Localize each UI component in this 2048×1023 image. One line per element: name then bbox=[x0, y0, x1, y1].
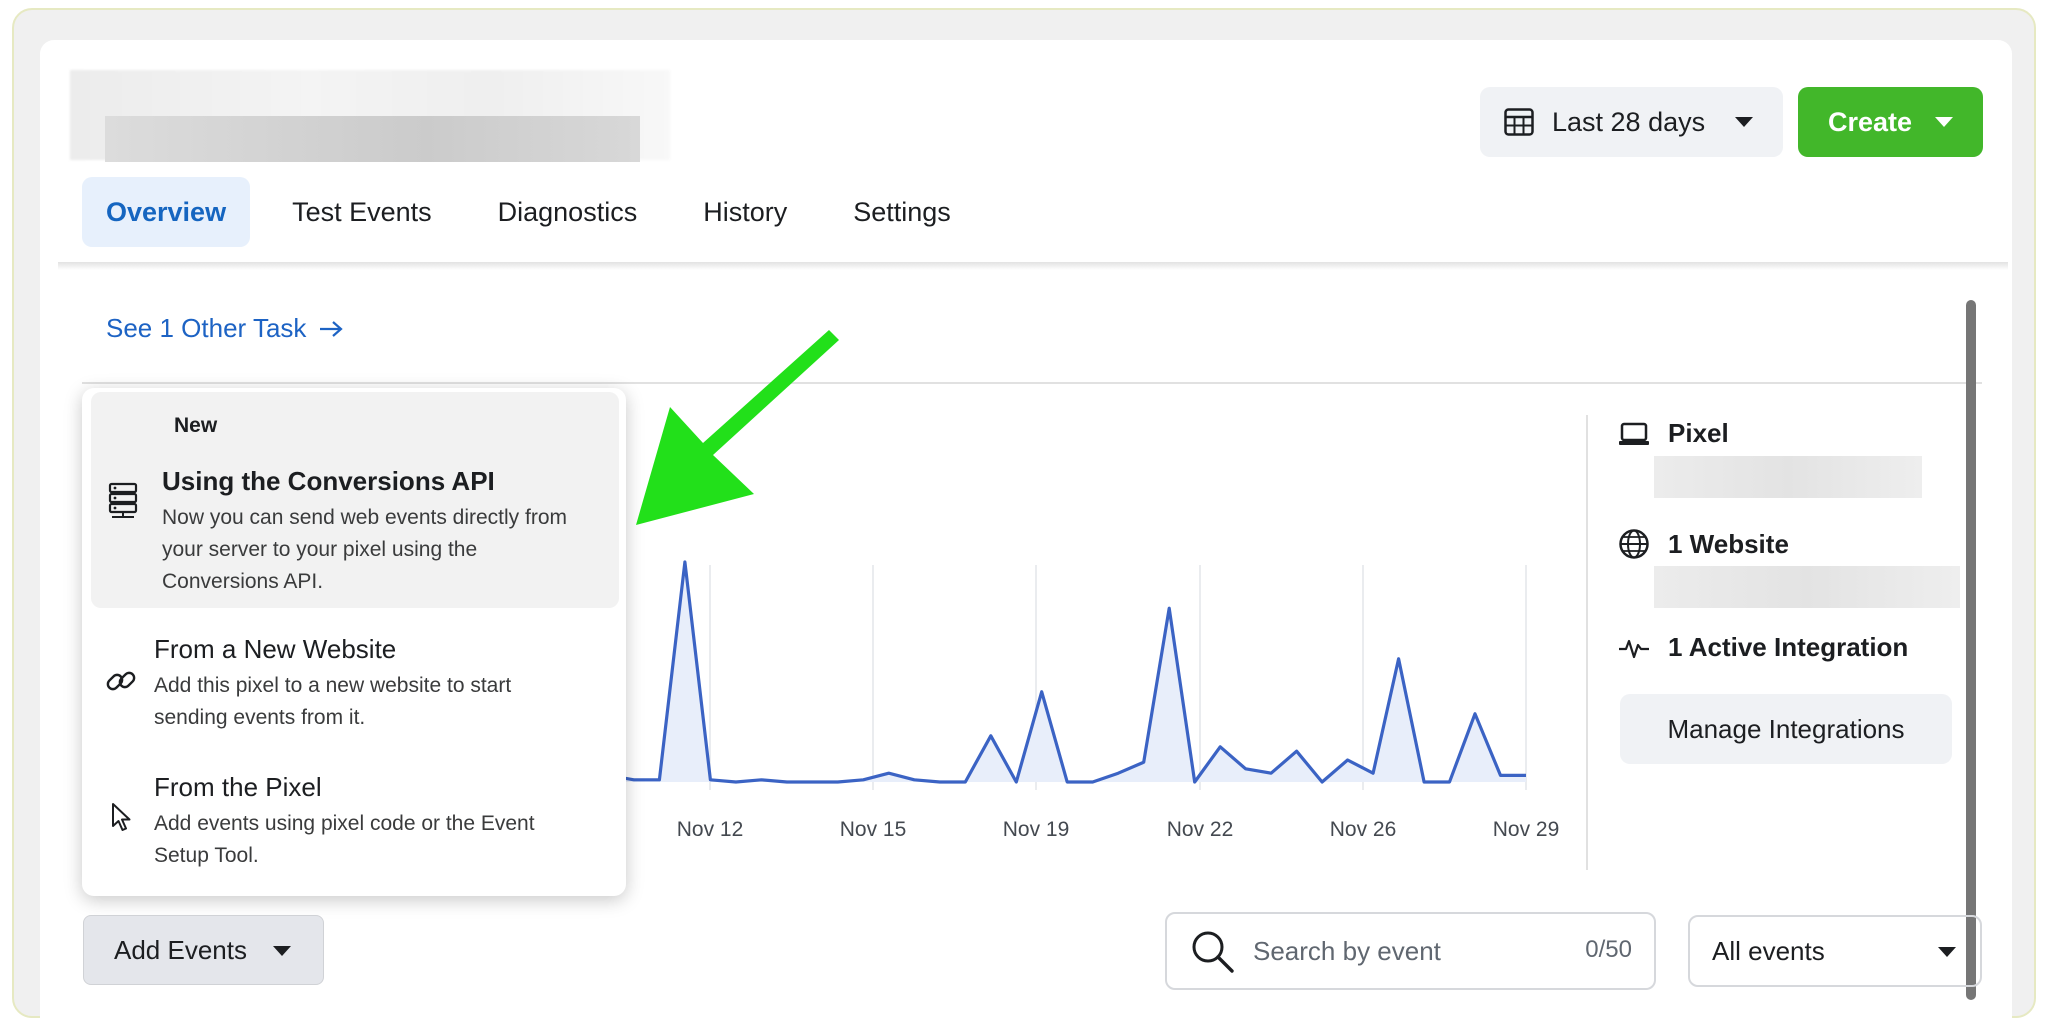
chevron-down-icon bbox=[273, 946, 291, 956]
add-events-button[interactable]: Add Events bbox=[83, 915, 324, 985]
event-filter-value: All events bbox=[1712, 935, 1825, 966]
chevron-down-icon bbox=[1938, 947, 1956, 957]
add-events-label: Add Events bbox=[114, 934, 247, 965]
search-events-input[interactable]: Search by event 0/50 bbox=[1165, 912, 1656, 990]
search-icon bbox=[1192, 931, 1234, 973]
search-placeholder: Search by event bbox=[1253, 935, 1441, 966]
annotation-arrow bbox=[636, 330, 839, 525]
search-count: 0/50 bbox=[1585, 936, 1632, 963]
event-filter-select[interactable]: All events bbox=[1688, 915, 1982, 987]
